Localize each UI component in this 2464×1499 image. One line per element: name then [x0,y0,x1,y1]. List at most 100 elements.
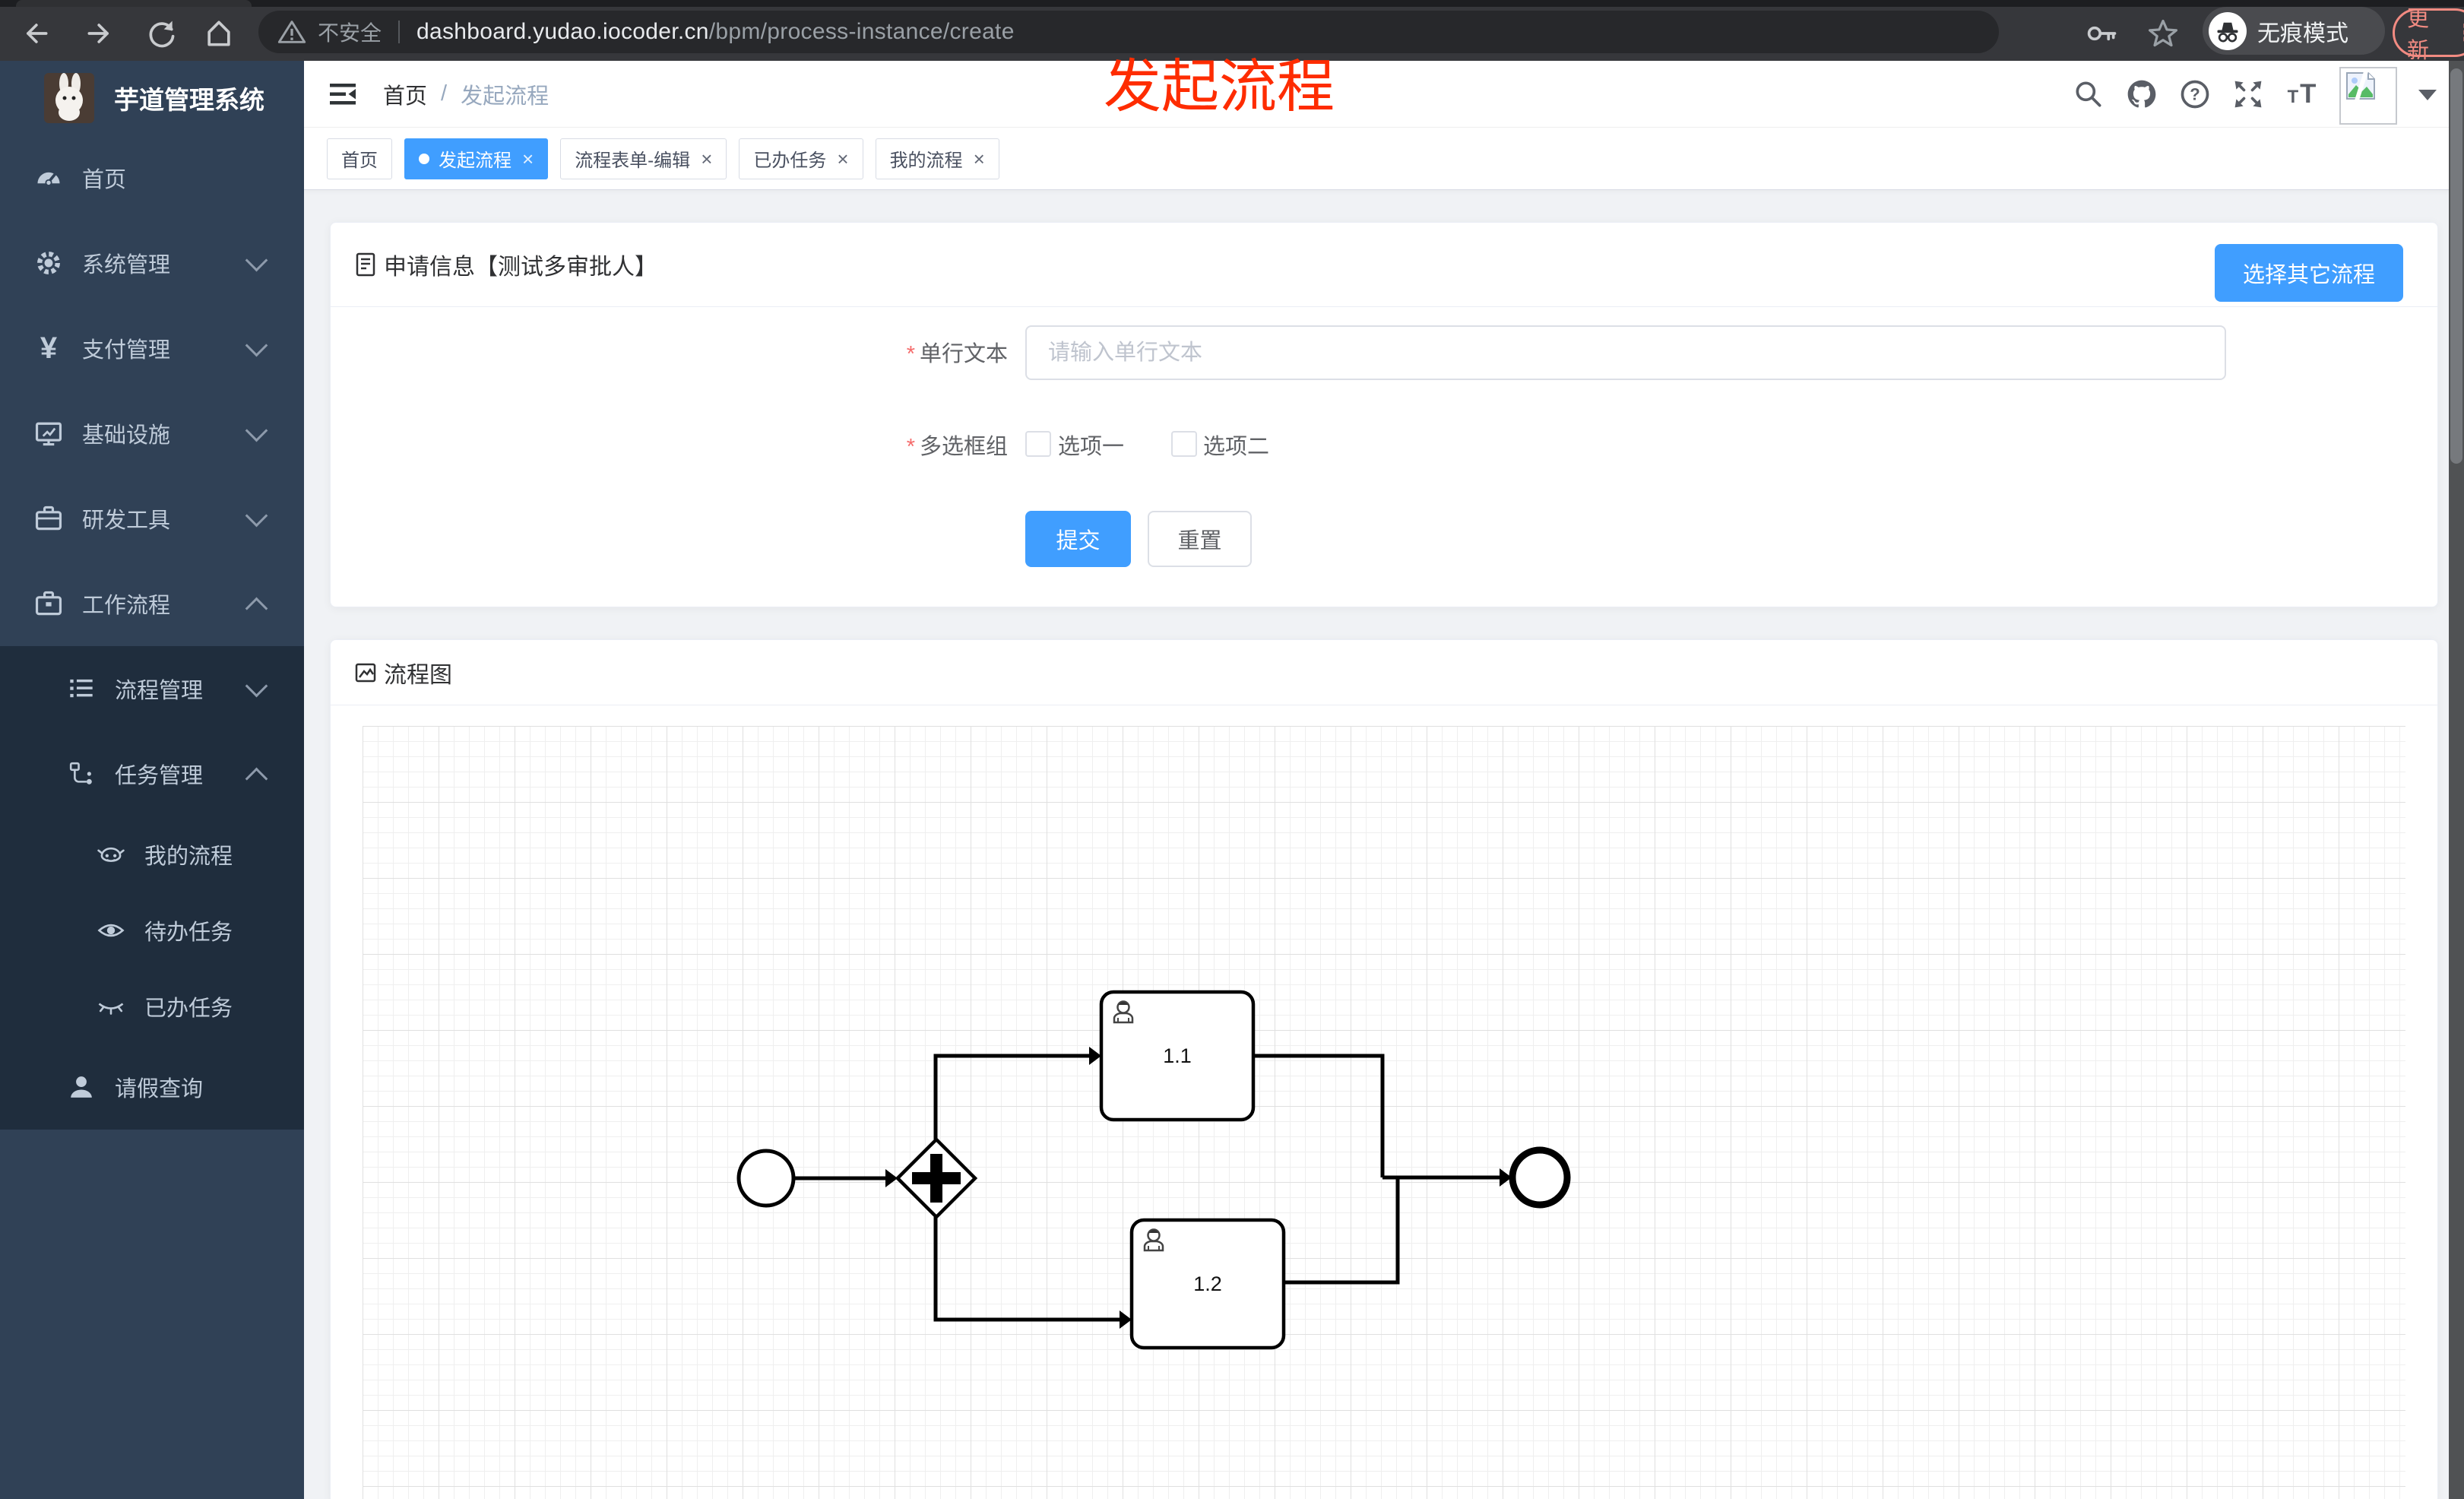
tag-done-tasks[interactable]: 已办任务 × [739,138,863,179]
bpmn-user-task-1[interactable]: 1.1 [1099,990,1256,1122]
close-icon[interactable]: × [837,149,848,169]
checkbox-option-1-label[interactable]: 选项一 [1058,429,1124,461]
app-title: 芋道管理系统 [114,86,264,114]
url-domain[interactable]: dashboard.yudao.iocoder.cn [416,19,709,44]
sidebar-item-todo-tasks[interactable]: 待办任务 [0,892,304,968]
chevron-down-icon [245,334,268,357]
back-icon[interactable] [18,17,52,50]
bpmn-task-2-label: 1.2 [1193,1272,1222,1295]
page-header: 首页 / 发起流程 ? T T [304,61,2464,127]
logo-avatar [44,73,94,123]
forward-icon[interactable] [84,17,117,50]
avatar[interactable] [2339,67,2397,125]
chrome-menu-icon[interactable]: ⋮ [2454,20,2464,46]
sidebar-item-system[interactable]: 系统管理 [0,220,304,306]
robot-face-icon [94,838,128,871]
close-icon[interactable]: × [974,149,985,169]
broken-image-icon [2346,71,2375,100]
sidebar-item-label: 基础设施 [82,423,171,448]
sidebar-item-label: 首页 [82,168,127,192]
security-label[interactable]: 不安全 [318,17,382,47]
tag-form-edit[interactable]: 流程表单-编辑 × [560,138,727,179]
eye-open-icon [94,914,128,947]
refresh-icon[interactable] [144,17,178,50]
breadcrumb-home[interactable]: 首页 [383,78,427,110]
scrollbar-thumb[interactable] [2450,68,2462,464]
sidebar-collapse-icon[interactable] [327,78,360,111]
bpmn-start-event[interactable] [736,1149,796,1208]
close-icon[interactable]: × [522,149,534,169]
chrome-update-button[interactable]: 更新 ⋮ [2393,7,2464,63]
help-icon[interactable]: ? [2178,78,2212,111]
browser-active-tab[interactable] [16,0,252,7]
tag-label: 发起流程 [439,151,511,171]
sidebar-item-my-process[interactable]: 我的流程 [0,816,304,892]
bpmn-end-event[interactable] [1509,1146,1571,1209]
sidebar-item-leave-query[interactable]: 请假查询 [0,1044,304,1130]
document-icon [356,252,375,277]
sidebar-item-done-tasks[interactable]: 已办任务 [0,968,304,1044]
yen-icon: ¥ [40,331,58,365]
not-secure-warning-icon [277,21,306,43]
sidebar-item-label: 支付管理 [82,338,171,363]
chevron-up-icon [245,767,268,791]
workflow-icon [32,587,65,620]
breadcrumb-separator: / [441,81,448,106]
sidebar-item-label: 已办任务 [144,997,233,1021]
sidebar-item-label: 任务管理 [115,764,204,788]
search-icon[interactable] [2072,78,2105,111]
sidebar: 芋道管理系统 首页 系统管理 ¥ 支付管理 基础设施 研发工具 工作流程 流程管… [0,61,304,1499]
sidebar-item-task-management[interactable]: 任务管理 [0,731,304,816]
sidebar-item-infrastructure[interactable]: 基础设施 [0,391,304,476]
chevron-up-icon [245,597,268,620]
chevron-down-icon [245,419,268,442]
svg-text:T: T [2288,87,2299,107]
tag-home[interactable]: 首页 [327,138,392,179]
reset-button[interactable]: 重置 [1148,511,1252,567]
sidebar-item-process-management[interactable]: 流程管理 [0,646,304,731]
url-path[interactable]: /bpm/process-instance/create [709,19,1015,44]
diagram-panel-header: 流程图 [331,640,2437,705]
sidebar-item-home[interactable]: 首页 [0,135,304,220]
bpmn-task-1-label: 1.1 [1163,1044,1192,1067]
password-key-icon[interactable] [2086,17,2119,50]
field-label-checkbox: * 多选框组 [906,435,1008,459]
home-icon[interactable] [202,17,236,50]
fullscreen-icon[interactable] [2231,78,2265,111]
sidebar-item-label: 工作流程 [82,594,171,618]
bpmn-canvas[interactable]: 1.1 1.2 [363,726,2405,1499]
tag-label: 首页 [341,151,378,171]
scrollbar[interactable] [2449,61,2464,1499]
url-separator [398,21,401,43]
font-size-icon[interactable]: T T [2285,78,2318,111]
bpmn-user-task-2[interactable]: 1.2 [1129,1218,1286,1350]
tag-start-process[interactable]: 发起流程 × [404,138,549,179]
breadcrumb: 首页 / 发起流程 [383,61,549,127]
sidebar-item-payment[interactable]: ¥ 支付管理 [0,306,304,391]
apply-panel-header: 申请信息【测试多审批人】 选择其它流程 [331,223,2437,307]
sidebar-logo[interactable]: 芋道管理系统 [0,61,304,135]
chevron-down-icon [245,674,268,698]
bookmark-star-icon[interactable] [2146,17,2180,50]
breadcrumb-current: 发起流程 [461,84,549,109]
tag-label: 已办任务 [753,151,827,171]
github-icon[interactable] [2125,78,2158,111]
incognito-label: 无痕模式 [2257,21,2348,46]
task-link-icon [65,757,98,791]
sidebar-item-devtools[interactable]: 研发工具 [0,476,304,561]
checkbox-option-1[interactable] [1025,431,1051,457]
submit-button[interactable]: 提交 [1025,511,1131,567]
avatar-caret-icon[interactable] [2418,90,2437,100]
update-label[interactable]: 更新 [2407,1,2445,65]
page-content: 申请信息【测试多审批人】 选择其它流程 *单行文本 *多选框组 选项一 选项二 [304,190,2464,1499]
tag-my-process[interactable]: 我的流程 × [875,138,999,179]
choose-other-process-button[interactable]: 选择其它流程 [2215,244,2403,302]
required-asterisk: * [906,342,915,366]
close-icon[interactable]: × [701,149,712,169]
single-line-text-input[interactable] [1025,325,2226,380]
sidebar-item-workflow[interactable]: 工作流程 [0,561,304,646]
process-list-icon [65,672,98,705]
chevron-down-icon [245,504,268,528]
checkbox-option-2[interactable] [1171,431,1197,457]
checkbox-option-2-label[interactable]: 选项二 [1203,429,1269,461]
